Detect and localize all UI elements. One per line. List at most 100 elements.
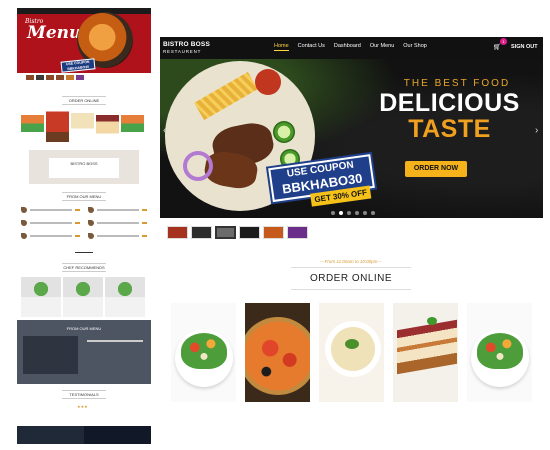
preview-chef-cards: [21, 277, 145, 317]
nav-menu: Home Contact Us Dashboard Our Menu Our S…: [274, 43, 427, 51]
preview-hero-coupon: USE COUPON BBKHABO30: [60, 58, 96, 73]
navbar: BISTRO BOSS RESTAURENT Home Contact Us D…: [160, 37, 543, 59]
logo-title: BISTRO BOSS: [163, 41, 210, 48]
cart-count-badge: 1: [500, 38, 507, 45]
divider: [62, 390, 106, 391]
divider: [62, 200, 106, 201]
carousel-thumbnail[interactable]: [287, 226, 308, 239]
carousel-thumbnails: [167, 226, 308, 239]
nav-link-contact-us[interactable]: Contact Us: [298, 43, 325, 51]
mint-image: [427, 317, 437, 325]
order-now-button[interactable]: ORDER NOW: [405, 161, 467, 177]
sign-out-button[interactable]: SIGN OUT: [511, 44, 538, 50]
divider: [62, 271, 106, 272]
carousel-dot[interactable]: [331, 211, 335, 215]
preview-chef-card: [21, 277, 61, 317]
preview-menu-list: [21, 206, 147, 240]
logo-subtitle: RESTAURENT: [163, 49, 202, 54]
preview-thumbnail: [56, 75, 64, 80]
preview-menu-item: [21, 232, 80, 240]
carousel-dot[interactable]: [371, 211, 375, 215]
divider: [291, 267, 411, 268]
preview-section-title: BISTRO BOSS: [49, 158, 119, 178]
divider: [62, 96, 106, 97]
chevron-left-icon[interactable]: ‹: [163, 125, 166, 136]
preview-rating-stars: ★★★: [77, 404, 88, 409]
full-page-preview: Bistro Menu USE COUPON BBKHABO30 ORDER O…: [17, 8, 151, 444]
preview-chef-card: [105, 277, 145, 317]
divider: [62, 398, 106, 399]
preview-featured-text: [87, 340, 143, 342]
divider: [62, 192, 106, 193]
carousel-thumbnail[interactable]: [167, 226, 188, 239]
chevron-right-icon[interactable]: ›: [535, 125, 538, 136]
divider: [62, 104, 106, 105]
tomato-image: [255, 69, 281, 95]
salad-card[interactable]: [171, 303, 236, 402]
preview-chef-card: [63, 277, 103, 317]
preview-section-title: ORDER ONLINE: [68, 98, 100, 103]
preview-hero: Bistro Menu USE COUPON BBKHABO30: [17, 8, 151, 73]
carousel-dot[interactable]: [347, 211, 351, 215]
fries-image: [194, 71, 258, 121]
preview-menu-item: [88, 232, 147, 240]
preview-menu-item: [88, 206, 147, 214]
carousel-dot[interactable]: [339, 211, 343, 215]
preview-thumbnail-strip: [26, 75, 84, 81]
nav-link-our-shop[interactable]: Our Shop: [403, 43, 427, 51]
nav-link-home[interactable]: Home: [274, 43, 289, 51]
preview-menu-item: [21, 206, 80, 214]
banner-tagline: THE BEST FOOD: [403, 78, 511, 89]
carousel-thumbnail[interactable]: [239, 226, 260, 239]
dessert-card[interactable]: [393, 303, 458, 402]
preview-section-title: CHEF RECOMMENDS: [63, 265, 105, 270]
preview-featured-image: [23, 336, 78, 374]
preview-footer-follow: [84, 426, 151, 444]
preview-section-title: FROM OUR MENU: [66, 194, 102, 199]
carousel-thumbnail[interactable]: [263, 226, 284, 239]
preview-featured-section: FROM OUR MENU: [17, 320, 151, 384]
carousel-thumbnail-selected[interactable]: [215, 226, 236, 239]
hero-banner: USE COUPON BBKHABO30 GET 30% OFF THE BES…: [160, 59, 543, 218]
order-online-cards: [171, 303, 532, 402]
banner-headline: DELICIOUS: [379, 89, 520, 117]
pizza-card[interactable]: [245, 303, 310, 402]
preview-menu-item: [21, 219, 80, 227]
preview-thumbnail: [26, 75, 34, 80]
carousel-dot[interactable]: [363, 211, 367, 215]
banner-headline-accent: TASTE: [408, 115, 491, 143]
preview-thumbnail: [76, 75, 84, 80]
preview-view-menu-button: [75, 248, 93, 253]
preview-hero-menu-title: Menu: [27, 23, 82, 43]
pizza-image: [245, 317, 310, 395]
preview-thumbnail: [46, 75, 54, 80]
preview-order-cards: [21, 108, 144, 142]
preview-section-title: TESTIMONIALS: [69, 392, 99, 397]
salad-image: [477, 333, 523, 369]
cucumber-image: [273, 121, 295, 143]
preview-navbar: [17, 8, 151, 14]
preview-section-title: FROM OUR MENU: [66, 326, 102, 331]
preview-food-card: [71, 108, 94, 142]
soup-card[interactable]: [319, 303, 384, 402]
nav-link-dashboard[interactable]: Dashboard: [334, 43, 361, 51]
cart-icon[interactable]: 🛒︎: [493, 43, 501, 51]
carousel-thumbnail[interactable]: [191, 226, 212, 239]
preview-footer: [17, 426, 151, 444]
preview-food-card: [121, 108, 144, 142]
soup-image: [325, 321, 381, 377]
carousel-dot[interactable]: [355, 211, 359, 215]
preview-menu-item: [88, 219, 147, 227]
salad-image: [181, 333, 227, 369]
nav-link-our-menu[interactable]: Our Menu: [370, 43, 394, 51]
preview-bistro-boss-section: BISTRO BOSS: [29, 150, 139, 184]
preview-thumbnail: [36, 75, 44, 80]
site-logo[interactable]: BISTRO BOSS RESTAURENT: [163, 41, 210, 55]
dessert-image: [397, 319, 457, 375]
preview-food-card: [21, 108, 44, 142]
onion-image: [183, 151, 213, 181]
section-subtitle: ---From 11:00am to 10:00pm---: [320, 259, 382, 264]
salad-card[interactable]: [467, 303, 532, 402]
preview-footer-contact: [17, 426, 84, 444]
preview-thumbnail: [66, 75, 74, 80]
